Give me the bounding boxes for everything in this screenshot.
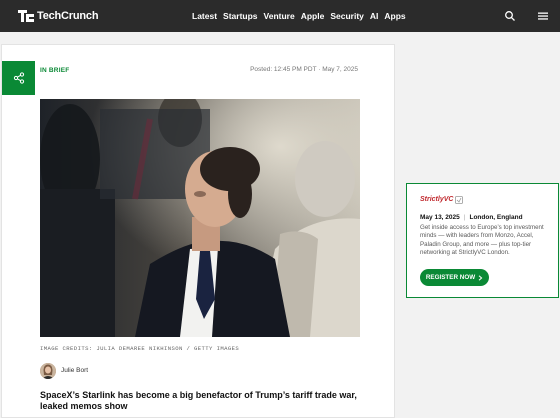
posted-timestamp: Posted: 12:45 PM PDT · May 7, 2025 <box>250 66 358 73</box>
article-hero-image <box>40 99 360 337</box>
event-date: May 13, 2025 <box>420 214 460 221</box>
share-icon <box>13 72 24 84</box>
nav-item-ai[interactable]: AI <box>370 11 379 21</box>
main-nav: Latest Startups Venture Apple Security A… <box>192 0 406 32</box>
article-category[interactable]: IN BRIEF <box>40 67 69 74</box>
nav-item-apple[interactable]: Apple <box>301 11 325 21</box>
brand-badge-icon <box>455 196 463 206</box>
logo-text: TechCrunch <box>37 10 99 22</box>
tc-logo-icon <box>18 10 34 22</box>
author-name[interactable]: Julie Bort <box>61 367 88 374</box>
nav-item-latest[interactable]: Latest <box>192 11 217 21</box>
site-header: TechCrunch Latest Startups Venture Apple… <box>0 0 560 32</box>
nav-item-security[interactable]: Security <box>330 11 364 21</box>
nav-item-venture[interactable]: Venture <box>264 11 295 21</box>
register-label: REGISTER NOW <box>425 274 476 281</box>
techcrunch-logo[interactable]: TechCrunch <box>18 8 99 24</box>
hero-photo <box>40 99 360 337</box>
register-now-button[interactable]: REGISTER NOW <box>420 269 489 286</box>
menu-icon[interactable] <box>537 10 549 22</box>
event-meta: May 13, 2025 | London, England <box>420 214 523 221</box>
article-headline[interactable]: SpaceX’s Starlink has become a big benef… <box>40 390 370 412</box>
article-card: IN BRIEF Posted: 12:45 PM PDT · May 7, 2… <box>1 44 395 418</box>
ad-brand: StrictlyVC <box>420 196 454 203</box>
nav-item-apps[interactable]: Apps <box>384 11 405 21</box>
image-credits: IMAGE CREDITS: JULIA DEMAREE NIKHINSON /… <box>40 345 240 352</box>
avatar-image <box>40 363 56 379</box>
chevron-right-icon <box>478 274 483 281</box>
share-button[interactable] <box>2 61 35 95</box>
strictlyvc-ad: StrictlyVC May 13, 2025 | London, Englan… <box>406 183 559 298</box>
ad-body: Get inside access to Europe’s top invest… <box>420 224 544 256</box>
meta-divider: | <box>463 214 466 221</box>
nav-item-startups[interactable]: Startups <box>223 11 257 21</box>
author-avatar[interactable] <box>40 363 56 379</box>
event-location: London, England <box>469 214 523 221</box>
search-icon[interactable] <box>504 10 516 22</box>
